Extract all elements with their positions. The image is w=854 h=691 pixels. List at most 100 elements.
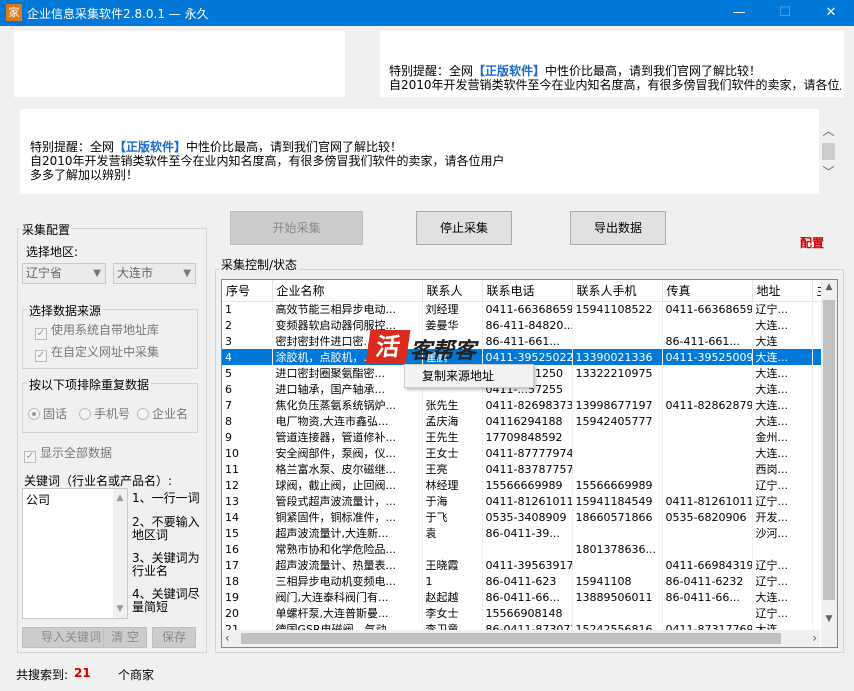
table-cell: 14	[222, 509, 273, 525]
checkbox-checked-icon: ✓	[24, 451, 36, 463]
column-header[interactable]: 联系人手机	[572, 280, 663, 302]
keyword-scrollbar[interactable]: ▲ ▼	[113, 489, 127, 618]
scroll-thumb[interactable]	[241, 633, 781, 644]
column-header[interactable]: 企业名称	[272, 280, 423, 302]
scroll-up-icon[interactable]: ︿	[819, 122, 838, 139]
clear-keywords-button[interactable]: 清 空	[103, 627, 147, 648]
table-cell	[662, 317, 753, 333]
table-cell	[752, 541, 813, 557]
minimize-button[interactable]: —	[716, 0, 762, 26]
table-row[interactable]: 2 变频器软启动器伺服控... 姜曼华 86-411-84820... 大连...	[222, 317, 837, 333]
maximize-button[interactable]: ☐	[762, 0, 808, 26]
table-row[interactable]: 3 密封密封件进口密... 86-411-661... 86-411-661... 大连	[222, 333, 837, 349]
table-row[interactable]: 12 球阀，截止阀，止回阀... 林经理 15566669989 15566669989…	[222, 477, 837, 493]
table-row[interactable]: 16 常熟市协和化学危险品... 1801378636...	[222, 541, 837, 557]
scroll-thumb[interactable]	[823, 300, 835, 600]
column-header[interactable]: 传真	[662, 280, 753, 302]
table-cell	[572, 429, 663, 445]
column-header[interactable]: 联系电话	[482, 280, 573, 302]
table-row[interactable]: 11 格兰富水泵、皮尔磁继... 王亮 0411-83787757 西岗...	[222, 461, 837, 477]
table-row[interactable]: 4 涂胶机，点胶机，... 崔鹏 0411-39525022 13390021336 04…	[222, 349, 837, 365]
table-row[interactable]: 20 单螺杆泵,大连普斯曼... 李女士 15566908148 辽宁...	[222, 605, 837, 621]
notice-scrollbar[interactable]: ︿ ﹀	[819, 109, 838, 194]
tip-3: 3、关键词为行业名	[132, 551, 200, 578]
scroll-down-icon[interactable]: ▼	[113, 604, 127, 614]
dedupe-phone-radio[interactable]: 固话	[28, 407, 67, 421]
table-cell: 王女士	[422, 445, 483, 461]
column-header[interactable]: 地址	[752, 280, 813, 302]
table-vertical-scrollbar[interactable]: ▲ ▼	[821, 280, 837, 630]
table-horizontal-scrollbar[interactable]: ‹ ›	[222, 630, 820, 647]
table-row[interactable]: 9 管道连接器，管道修补... 王先生 17709848592 金州...	[222, 429, 837, 445]
table-cell: 王晓霞	[422, 557, 483, 573]
dedupe-mobile-radio[interactable]: 手机号	[79, 407, 130, 421]
stop-collect-button[interactable]: 停止采集	[416, 211, 512, 245]
table-cell: 16	[222, 541, 273, 557]
export-data-button[interactable]: 导出数据	[570, 211, 666, 245]
table-cell: 6	[222, 381, 273, 397]
chevron-down-icon: ▼	[93, 268, 101, 279]
column-header[interactable]: 联系人	[422, 280, 483, 302]
radio-selected-icon	[28, 408, 40, 420]
table-cell: 18	[222, 573, 273, 589]
copy-source-url-menu-item[interactable]: 复制来源地址	[422, 369, 494, 383]
control-group-title: 采集控制/状态	[219, 256, 300, 273]
table-row[interactable]: 17 超声波流量计、热量表... 王晓霞 0411-39563917 0411-6698…	[222, 557, 837, 573]
scroll-down-icon[interactable]: ﹀	[819, 163, 838, 180]
scroll-thumb[interactable]	[822, 143, 835, 160]
source-custom-checkbox[interactable]: ✓ 在自定义网址中采集	[35, 345, 159, 362]
tip-1: 1、一行一词	[132, 491, 200, 505]
table-cell: 0411-39525009	[662, 349, 753, 365]
table-row[interactable]: 14 铜紧固件，铜标准件，... 于飞 0535-3408909 18660571866…	[222, 509, 837, 525]
status-count: 21	[74, 666, 91, 680]
table-row[interactable]: 19 阀门,大连泰科阀门有... 赵起越 86-0411-66... 138895060…	[222, 589, 837, 605]
table-row[interactable]: 1 高效节能三相异步电动... 刘经理 0411-66368659 1594110852…	[222, 301, 837, 317]
table-cell: 辽宁...	[752, 301, 813, 317]
save-keywords-button[interactable]: 保存	[152, 627, 196, 648]
scroll-up-icon[interactable]: ▲	[821, 282, 837, 292]
table-cell: 4	[222, 349, 273, 365]
table-cell: 13998677197	[572, 397, 663, 413]
dedupe-company-radio[interactable]: 企业名	[137, 407, 188, 421]
city-select[interactable]: 大连市 ▼	[113, 263, 196, 284]
table-cell: 李女士	[422, 605, 483, 621]
table-row[interactable]: 7 焦化负压蒸氨系统锅炉... 张先生 0411-82698373 1399867719…	[222, 397, 837, 413]
table-row[interactable]: 15 超声波流量计,大连新... 袁 86-0411-39... 沙河...	[222, 525, 837, 541]
scroll-right-icon[interactable]: ›	[812, 631, 817, 645]
scroll-down-icon[interactable]: ▼	[821, 614, 837, 624]
table-cell: 18660571866	[572, 509, 663, 525]
table-row[interactable]: 8 电厂物资,大连市鑫弘... 孟庆海 04116294188 15942405777 大…	[222, 413, 837, 429]
table-cell	[662, 477, 753, 493]
table-cell: 15566908148	[482, 605, 573, 621]
source-system-checkbox[interactable]: ✓ 使用系统自带地址库	[35, 323, 159, 340]
table-row[interactable]: 18 三相异步电动机变频电... 1 86-0411-623 15941108 86-04…	[222, 573, 837, 589]
start-collect-button[interactable]: 开始采集	[230, 211, 363, 245]
table-cell: 04116294188	[482, 413, 573, 429]
scroll-left-icon[interactable]: ‹	[225, 631, 230, 645]
table-cell: 单螺杆泵,大连普斯曼...	[272, 605, 423, 621]
scroll-up-icon[interactable]: ▲	[113, 493, 127, 503]
table-row[interactable]: 10 安全阀部件，泵阀，仪... 王女士 0411-87777974 大连...	[222, 445, 837, 461]
table-cell: 辽宁...	[752, 573, 813, 589]
table-row[interactable]: 13 管段式超声波流量计，... 于海 0411-81261011 1594118454…	[222, 493, 837, 509]
table-cell: 86-411-84820...	[482, 317, 573, 333]
config-link[interactable]: 配置	[800, 234, 824, 251]
table-cell	[662, 413, 753, 429]
close-button[interactable]: ✕	[808, 0, 854, 26]
region-label: 选择地区:	[26, 245, 79, 259]
table-cell: 3	[222, 333, 273, 349]
column-header[interactable]: 序号	[222, 280, 273, 302]
table-cell: 大连...	[752, 317, 813, 333]
table-cell: 大连...	[752, 365, 813, 381]
keyword-input[interactable]: 公司 ▲ ▼	[22, 488, 128, 619]
results-table[interactable]: 序号企业名称联系人联系电话联系人手机传真地址主 1高效节能三相异步电动...刘经…	[221, 279, 838, 648]
table-cell: 三相异步电动机变频电...	[272, 573, 423, 589]
table-cell: 0411-39563917	[482, 557, 573, 573]
table-cell: 0411-81261011	[482, 493, 573, 509]
table-cell: 1	[222, 301, 273, 317]
show-all-checkbox[interactable]: ✓ 显示全部数据	[24, 446, 112, 463]
province-select[interactable]: 辽宁省 ▼	[22, 263, 106, 284]
table-cell: 管道连接器，管道修补...	[272, 429, 423, 445]
table-cell: 辽宁...	[752, 557, 813, 573]
table-cell: 19	[222, 589, 273, 605]
